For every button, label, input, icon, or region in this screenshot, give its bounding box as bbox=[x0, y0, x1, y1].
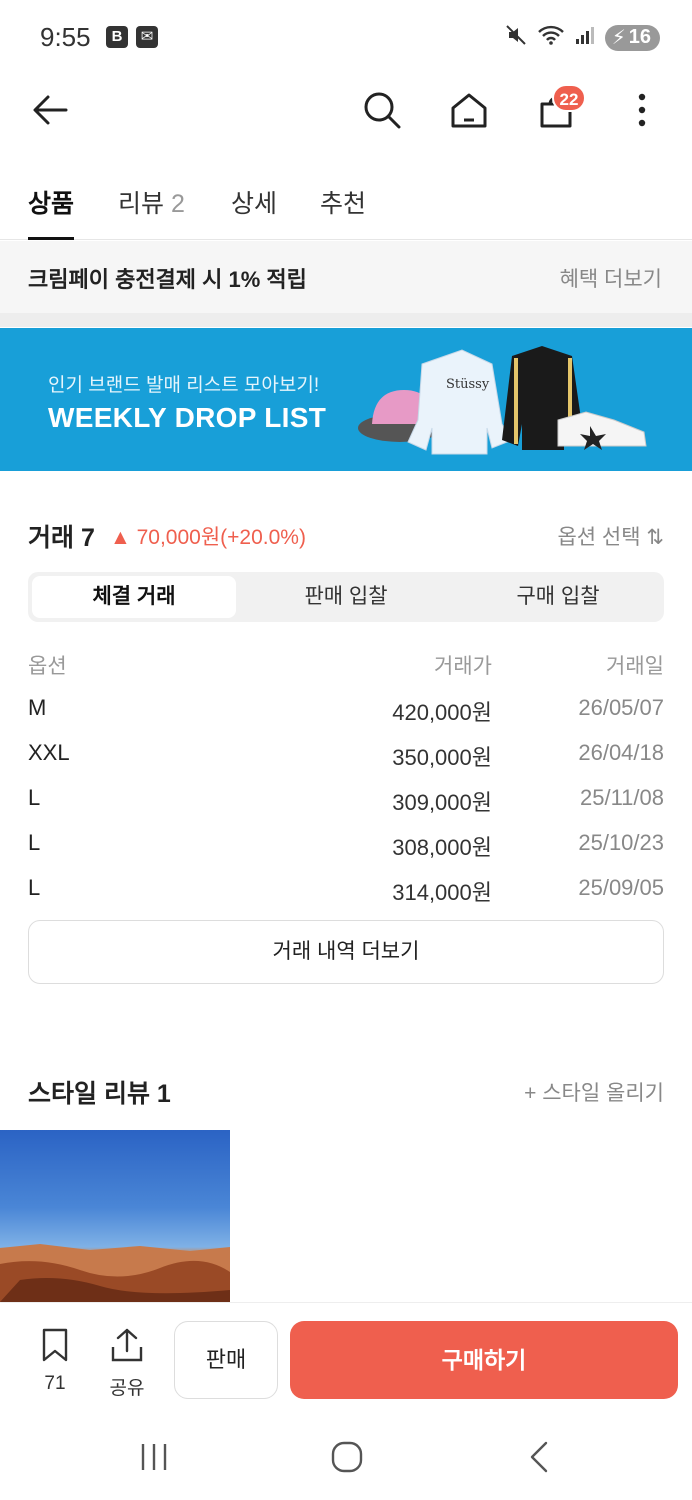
row-date: 25/11/08 bbox=[579, 785, 664, 810]
back-button[interactable] bbox=[26, 86, 74, 134]
mute-icon bbox=[505, 24, 527, 51]
column-option: 옵션 bbox=[28, 655, 67, 678]
buy-button[interactable]: 구매하기 bbox=[290, 1321, 678, 1399]
home-nav-icon[interactable] bbox=[330, 1440, 364, 1474]
table-header: 옵션 거래가 거래일 bbox=[28, 640, 664, 685]
review-count: 2 bbox=[170, 190, 185, 218]
row-option: L bbox=[28, 830, 41, 855]
tab-detail[interactable]: 상세 bbox=[231, 184, 277, 240]
cart-button[interactable]: 22 bbox=[532, 84, 586, 134]
table-row: XXL 350,000원 26/04/18 bbox=[28, 730, 664, 775]
trade-header: 거래 7 ▲ 70,000원(+20.0%) 옵션 선택 ⇅ bbox=[28, 518, 664, 552]
trade-segment-control: 체결 거래 판매 입찰 구매 입찰 bbox=[28, 572, 664, 622]
wifi-icon bbox=[537, 24, 565, 51]
canyon-landscape bbox=[0, 1244, 230, 1302]
sell-button[interactable]: 판매 bbox=[174, 1321, 278, 1399]
mail-app-icon: ✉ bbox=[136, 26, 158, 48]
row-date: 26/05/07 bbox=[578, 695, 664, 720]
trade-history-more-button[interactable]: 거래 내역 더보기 bbox=[28, 920, 664, 984]
row-date: 25/10/23 bbox=[578, 830, 664, 855]
tab-label: 추천 bbox=[320, 190, 367, 218]
top-nav: 22 bbox=[0, 72, 692, 152]
table-row: M 420,000원 26/05/07 bbox=[28, 685, 664, 730]
segment-completed-trades[interactable]: 체결 거래 bbox=[32, 576, 236, 618]
row-option: M bbox=[28, 695, 47, 720]
tab-label: 상품 bbox=[28, 190, 75, 218]
row-price: 350,000원 bbox=[392, 745, 492, 770]
bottom-action-bar: 71 공유 판매 구매하기 bbox=[0, 1302, 692, 1414]
row-date: 26/04/18 bbox=[578, 740, 664, 765]
tab-label: 리뷰 bbox=[118, 190, 165, 218]
share-button[interactable]: 공유 bbox=[99, 1327, 155, 1400]
signal-icon bbox=[575, 25, 595, 50]
blog-app-icon: B bbox=[106, 26, 128, 48]
home-icon bbox=[451, 93, 487, 128]
weekly-drop-banner[interactable]: 인기 브랜드 발매 리스트 모아보기! WEEKLY DROP LIST Stü… bbox=[0, 328, 692, 471]
bookmark-count: 71 bbox=[44, 1373, 66, 1394]
cart-count-badge: 22 bbox=[552, 84, 586, 112]
status-right: ⚡ 16 bbox=[505, 24, 660, 51]
battery-level: 16 bbox=[628, 26, 651, 48]
status-bar: 9:55 B ✉ ⚡ 16 bbox=[0, 0, 692, 72]
style-review-title: 스타일 리뷰 1 bbox=[28, 1080, 171, 1108]
row-option: L bbox=[28, 875, 41, 900]
row-price: 420,000원 bbox=[392, 700, 492, 725]
charging-icon: ⚡ bbox=[611, 27, 626, 49]
back-nav-icon[interactable] bbox=[528, 1440, 552, 1474]
table-row: L 314,000원 25/09/05 bbox=[28, 865, 664, 910]
segment-sell-bids[interactable]: 판매 입찰 bbox=[244, 576, 448, 618]
tab-recommend[interactable]: 추천 bbox=[320, 184, 366, 240]
price-change: ▲ 70,000원(+20.0%) bbox=[110, 526, 306, 549]
share-icon bbox=[111, 1328, 143, 1362]
column-price: 거래가 bbox=[434, 655, 492, 678]
banner-subtitle: 인기 브랜드 발매 리스트 모아보기! bbox=[48, 375, 320, 396]
style-review-photo[interactable] bbox=[0, 1130, 230, 1302]
kream-pay-promo[interactable]: 크림페이 충전결제 시 1% 적립 혜택 더보기 bbox=[0, 241, 692, 327]
banner-title: WEEKLY DROP LIST bbox=[48, 402, 327, 433]
segment-buy-bids[interactable]: 구매 입찰 bbox=[456, 576, 660, 618]
recent-apps-icon[interactable] bbox=[138, 1440, 170, 1474]
row-option: L bbox=[28, 785, 41, 810]
svg-text:Stüssy: Stüssy bbox=[446, 377, 490, 392]
product-tabs: 상품 리뷰 2 상세 추천 bbox=[0, 170, 692, 240]
row-price: 314,000원 bbox=[392, 880, 492, 905]
bookmark-button[interactable]: 71 bbox=[27, 1327, 83, 1395]
row-price: 309,000원 bbox=[392, 790, 492, 815]
table-row: L 308,000원 25/10/23 bbox=[28, 820, 664, 865]
back-arrow-icon bbox=[33, 95, 68, 125]
search-button[interactable] bbox=[358, 86, 406, 134]
search-icon bbox=[364, 92, 401, 129]
trade-history-table: 옵션 거래가 거래일 M 420,000원 26/05/07 XXL 350,0… bbox=[28, 640, 664, 910]
share-label: 공유 bbox=[109, 1378, 145, 1399]
trade-title: 거래 7 bbox=[28, 524, 95, 552]
option-select-button[interactable]: 옵션 선택 ⇅ bbox=[557, 521, 664, 551]
style-review-header: 스타일 리뷰 1 + 스타일 올리기 bbox=[28, 1072, 664, 1108]
row-price: 308,000원 bbox=[392, 835, 492, 860]
tab-label: 상세 bbox=[231, 190, 278, 218]
tab-product[interactable]: 상품 bbox=[28, 184, 75, 240]
bookmark-icon bbox=[42, 1328, 68, 1362]
benefits-more-link[interactable]: 혜택 더보기 bbox=[560, 263, 662, 293]
promo-text: 크림페이 충전결제 시 1% 적립 bbox=[28, 267, 307, 292]
row-date: 25/09/05 bbox=[578, 875, 664, 900]
more-vertical-icon bbox=[638, 93, 646, 127]
upload-style-button[interactable]: + 스타일 올리기 bbox=[524, 1077, 664, 1107]
status-time: 9:55 bbox=[40, 22, 91, 52]
home-button[interactable] bbox=[445, 86, 493, 134]
system-navigation-bar bbox=[0, 1414, 692, 1500]
column-date: 거래일 bbox=[606, 655, 664, 678]
more-menu-button[interactable] bbox=[618, 86, 666, 134]
tab-review[interactable]: 리뷰 2 bbox=[118, 184, 185, 240]
table-row: L 309,000원 25/11/08 bbox=[28, 775, 664, 820]
row-option: XXL bbox=[28, 740, 70, 765]
banner-products-illustration: Stüssy bbox=[358, 346, 647, 455]
battery-indicator: ⚡ 16 bbox=[604, 24, 660, 51]
